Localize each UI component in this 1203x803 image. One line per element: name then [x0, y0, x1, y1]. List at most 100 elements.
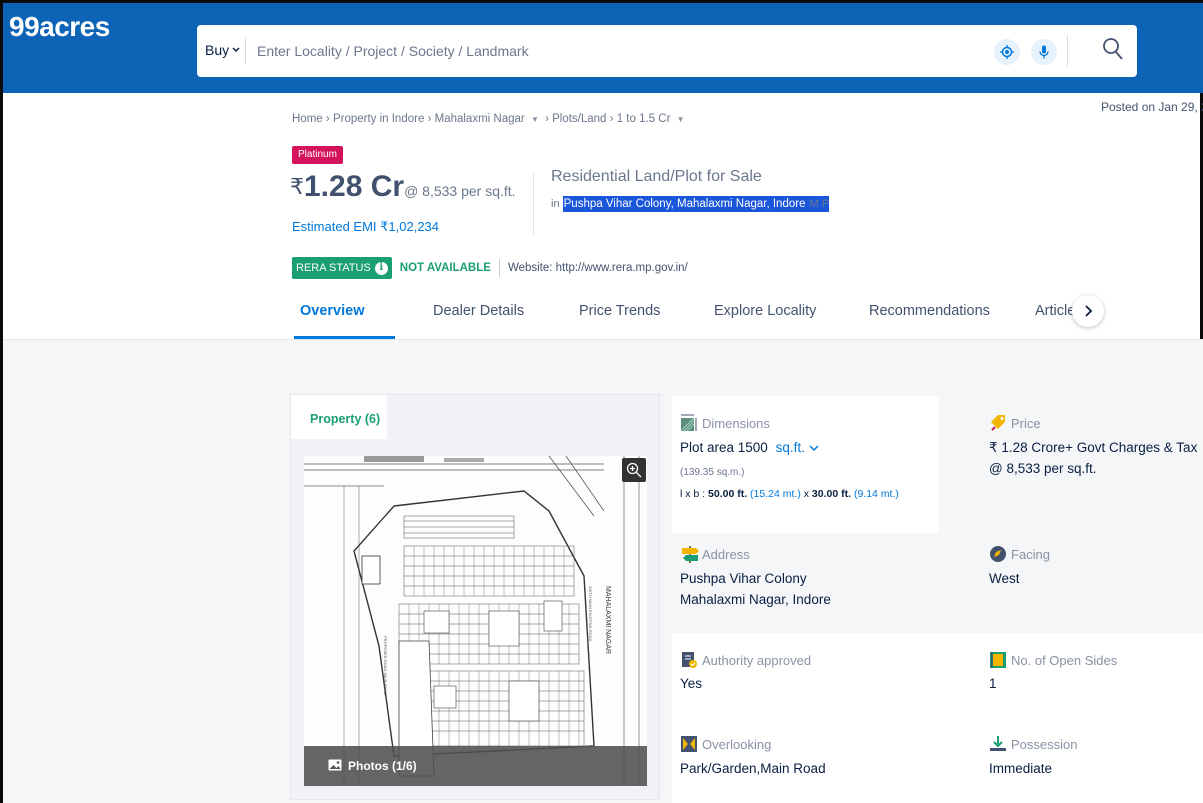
breadcrumb-home[interactable]: Home — [292, 113, 323, 125]
authority-value: Yes — [680, 676, 703, 691]
location-icon[interactable] — [994, 39, 1020, 65]
property-details-grid: Dimensions Plot area 1500 sq.ft. (139.35… — [672, 396, 1203, 803]
price-detail-line1: ₹ 1.28 Crore+ Govt Charges & Tax — [989, 440, 1198, 455]
tab-explore-locality[interactable]: Explore Locality — [714, 303, 816, 319]
possession-icon — [989, 735, 1007, 753]
signpost-icon — [680, 545, 699, 563]
tab-recommendations[interactable]: Recommendations — [869, 303, 990, 319]
divider — [1067, 35, 1068, 67]
compass-icon — [989, 545, 1007, 563]
price-detail-line2: @ 8,533 per sq.ft. — [989, 461, 1097, 476]
property-location: in Pushpa Vihar Colony, Mahalaxmi Nagar,… — [551, 196, 830, 212]
emi-link[interactable]: Estimated EMI ₹1,02,234 — [292, 219, 439, 235]
possession-label: Possession — [989, 735, 1077, 753]
breadcrumb-separator: › — [325, 113, 330, 125]
gallery-card: Property (6) MAHALAXMI NAGAR SIXTH MAIN … — [290, 394, 660, 800]
breadcrumb-separator: › — [427, 113, 432, 125]
divider — [245, 38, 246, 64]
tab-price-trends[interactable]: Price Trends — [579, 303, 660, 319]
detail-address: Address Pushpa Vihar Colony Mahalaxmi Na… — [672, 533, 939, 633]
overlooking-value: Park/Garden,Main Road — [680, 761, 826, 776]
breadcrumb-plots-land[interactable]: Plots/Land — [552, 113, 606, 125]
address-line2: Mahalaxmi Nagar, Indore — [680, 592, 831, 607]
price-block: ₹1.28 Cr@ 8,533 per sq.ft. — [290, 170, 516, 204]
posted-date: Posted on Jan 29, 2024 — [1101, 100, 1203, 114]
location-state: M P — [806, 196, 830, 212]
top-navbar: 99acres Buy — [3, 3, 1203, 93]
possession-value: Immediate — [989, 761, 1053, 776]
price-amount: 1.28 Cr — [304, 170, 405, 203]
dimensions-icon — [680, 414, 698, 432]
price-tag-icon — [989, 414, 1007, 432]
currency-symbol: ₹ — [290, 174, 304, 199]
map-road-label-right-2: SIXTH MAIN EXISTING ROAD — [588, 586, 593, 641]
rera-availability: NOT AVAILABLE — [399, 262, 491, 274]
site-plan-drawing: MAHALAXMI NAGAR SIXTH MAIN EXISTING ROAD… — [304, 456, 647, 786]
facing-value: West — [989, 571, 1020, 586]
price-label: Price — [989, 414, 1041, 432]
caret-down-icon[interactable]: ▼ — [531, 115, 539, 124]
approved-document-icon — [680, 651, 698, 669]
detail-facing: Facing West — [939, 533, 1203, 633]
breadcrumb-separator: › — [545, 113, 549, 125]
breadcrumb-price-range[interactable]: 1 to 1.5 Cr — [617, 113, 671, 125]
detail-dimensions: Dimensions Plot area 1500 sq.ft. (139.35… — [672, 396, 939, 533]
map-road-label-left: PROPOSED ROAD MAIN ROAD — [383, 636, 388, 695]
unit-dropdown[interactable]: sq.ft. — [776, 440, 819, 455]
property-type: Residential Land/Plot for Sale — [551, 168, 762, 185]
detail-overlooking: Overlooking Park/Garden,Main Road — [672, 714, 939, 803]
address-line1: Pushpa Vihar Colony — [680, 571, 807, 586]
authority-label: Authority approved — [680, 651, 811, 669]
section-tabs: Overview Dealer Details Price Trends Exp… — [292, 293, 1203, 340]
breadcrumb-property-in-indore[interactable]: Property in Indore — [333, 113, 424, 125]
search-icon[interactable] — [1102, 37, 1124, 66]
overlooking-label: Overlooking — [680, 735, 771, 753]
divider — [498, 259, 500, 277]
rera-status: RERA STATUS i NOT AVAILABLE Website: htt… — [292, 257, 688, 279]
detail-possession: Possession Immediate — [939, 714, 1203, 803]
property-image[interactable]: MAHALAXMI NAGAR SIXTH MAIN EXISTING ROAD… — [304, 456, 647, 786]
search-bar: Buy — [197, 25, 1137, 77]
rera-tag[interactable]: RERA STATUS i — [292, 257, 392, 279]
tab-article[interactable]: Article — [1035, 303, 1075, 319]
location-text[interactable]: Pushpa Vihar Colony, Mahalaxmi Nagar, In… — [562, 196, 807, 212]
buy-dropdown-label: Buy — [205, 42, 230, 58]
open-sides-icon — [989, 651, 1007, 669]
platinum-badge: Platinum — [292, 146, 343, 164]
map-road-label-right: MAHALAXMI NAGAR — [604, 586, 611, 654]
plot-area-value: Plot area 1500 sq.ft. — [680, 438, 819, 458]
tabs-next-arrow-icon[interactable] — [1072, 295, 1104, 327]
open-sides-label: No. of Open Sides — [989, 651, 1117, 669]
plot-area-sqm: (139.35 sq.m.) — [680, 467, 745, 478]
detail-price: Price ₹ 1.28 Crore+ Govt Charges & Tax @… — [939, 396, 1203, 533]
divider — [3, 339, 1203, 340]
zoom-in-icon[interactable] — [622, 458, 646, 482]
dimensions-label: Dimensions — [680, 414, 770, 432]
caret-down-icon[interactable]: ▼ — [677, 115, 685, 124]
info-icon[interactable]: i — [374, 261, 388, 275]
photos-counter-button[interactable]: Photos (1/6) — [304, 746, 647, 786]
plot-lxb: l x b : 50.00 ft. (15.24 mt.) x 30.00 ft… — [680, 488, 899, 500]
detail-authority: Authority approved Yes — [672, 633, 939, 714]
buy-dropdown[interactable]: Buy — [205, 42, 240, 58]
tab-dealer-details[interactable]: Dealer Details — [433, 303, 524, 319]
search-input[interactable] — [257, 39, 957, 63]
gallery-tab-property[interactable]: Property (6) — [291, 395, 387, 439]
microphone-icon[interactable] — [1031, 39, 1057, 65]
detail-open-sides: No. of Open Sides 1 — [939, 633, 1203, 714]
site-logo[interactable]: 99acres — [9, 11, 110, 43]
image-icon — [328, 759, 342, 774]
price-per-sqft: @ 8,533 per sq.ft. — [404, 183, 516, 199]
photos-counter-label: Photos (1/6) — [348, 759, 417, 773]
address-label: Address — [680, 545, 750, 563]
breadcrumb-separator: › — [609, 113, 614, 125]
chevron-down-icon — [232, 45, 240, 55]
rera-website: Website: http://www.rera.mp.gov.in/ — [507, 262, 688, 274]
chevron-down-icon — [809, 445, 819, 452]
window-icon — [680, 735, 698, 753]
rera-label: RERA STATUS — [296, 262, 371, 274]
facing-label: Facing — [989, 545, 1050, 563]
tab-overview[interactable]: Overview — [300, 303, 365, 319]
breadcrumb-locality[interactable]: Mahalaxmi Nagar — [435, 113, 525, 125]
location-prefix: in — [551, 198, 560, 210]
